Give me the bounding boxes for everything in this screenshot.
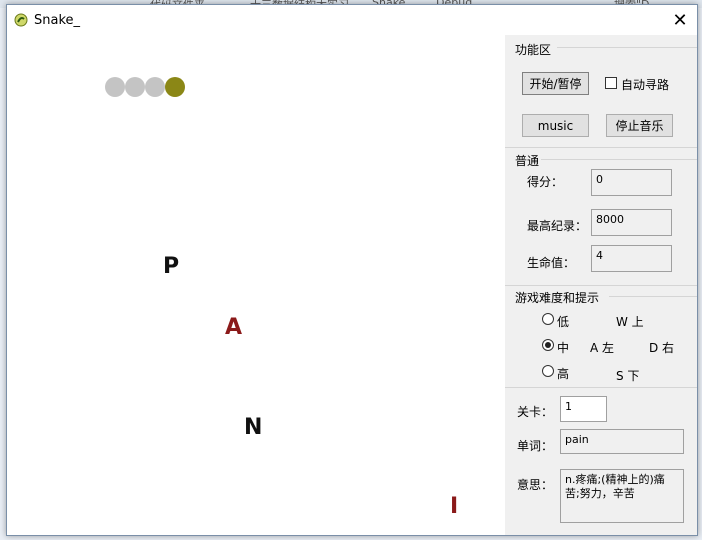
divider	[505, 285, 697, 286]
food-letter-p: P	[163, 254, 180, 279]
level-field[interactable]: 1	[560, 396, 607, 422]
snake-head	[165, 77, 185, 97]
level-label: 关卡：	[517, 405, 554, 419]
music-button[interactable]: music	[522, 114, 589, 137]
title-bar[interactable]: Snake_ ✕	[7, 5, 697, 35]
difficulty-mid-label: 中	[557, 341, 570, 355]
high-score-label: 最高纪录：	[527, 219, 588, 233]
auto-path-label: 自动寻路	[621, 78, 670, 92]
high-score-field[interactable]: 8000	[591, 209, 672, 236]
difficulty-high-radio[interactable]	[542, 365, 554, 377]
divider	[505, 147, 697, 148]
start-pause-button[interactable]: 开始/暂停	[522, 72, 589, 95]
hint-left: A 左	[590, 341, 615, 355]
snake-app-icon	[14, 13, 28, 27]
snake-body-segment	[145, 77, 165, 97]
hint-up: W 上	[616, 315, 644, 329]
difficulty-group-label: 游戏难度和提示	[515, 291, 600, 305]
difficulty-low-radio[interactable]	[542, 313, 554, 325]
hint-down: S 下	[616, 369, 640, 383]
score-label: 得分：	[527, 175, 564, 189]
game-board[interactable]: P A N I	[7, 35, 504, 535]
control-panel: 功能区 开始/暂停 自动寻路 music 停止音乐 普通 得分： 0 最高纪录：…	[505, 35, 697, 535]
food-letter-i: I	[450, 494, 459, 519]
close-button[interactable]: ✕	[663, 5, 697, 35]
meaning-field[interactable]: n.疼痛;(精神上的)痛苦;努力，辛苦	[560, 469, 684, 523]
divider	[505, 387, 697, 388]
stop-music-button[interactable]: 停止音乐	[606, 114, 673, 137]
divider	[557, 47, 697, 48]
difficulty-low-label: 低	[557, 315, 570, 329]
life-field[interactable]: 4	[591, 245, 672, 272]
meaning-label: 意思：	[517, 478, 554, 492]
window-title: Snake_	[34, 13, 81, 28]
word-label: 单词：	[517, 439, 554, 453]
snake-body-segment	[125, 77, 145, 97]
function-group-label: 功能区	[515, 43, 552, 57]
difficulty-mid-radio[interactable]	[542, 339, 554, 351]
snake-body-segment	[105, 77, 125, 97]
word-field[interactable]: pain	[560, 429, 684, 454]
normal-group-label: 普通	[515, 154, 540, 168]
difficulty-high-label: 高	[557, 367, 570, 381]
close-icon: ✕	[672, 9, 688, 31]
divider	[609, 296, 697, 297]
hint-right: D 右	[649, 341, 675, 355]
snake-window: Snake_ ✕ P A N I 功能区 开始/暂停 自动寻路 music 停止…	[6, 4, 698, 536]
life-label: 生命值：	[527, 256, 576, 270]
food-letter-a: A	[225, 315, 243, 340]
divider	[541, 159, 697, 160]
auto-path-checkbox[interactable]	[605, 77, 617, 89]
score-field[interactable]: 0	[591, 169, 672, 196]
food-letter-n: N	[244, 415, 263, 440]
